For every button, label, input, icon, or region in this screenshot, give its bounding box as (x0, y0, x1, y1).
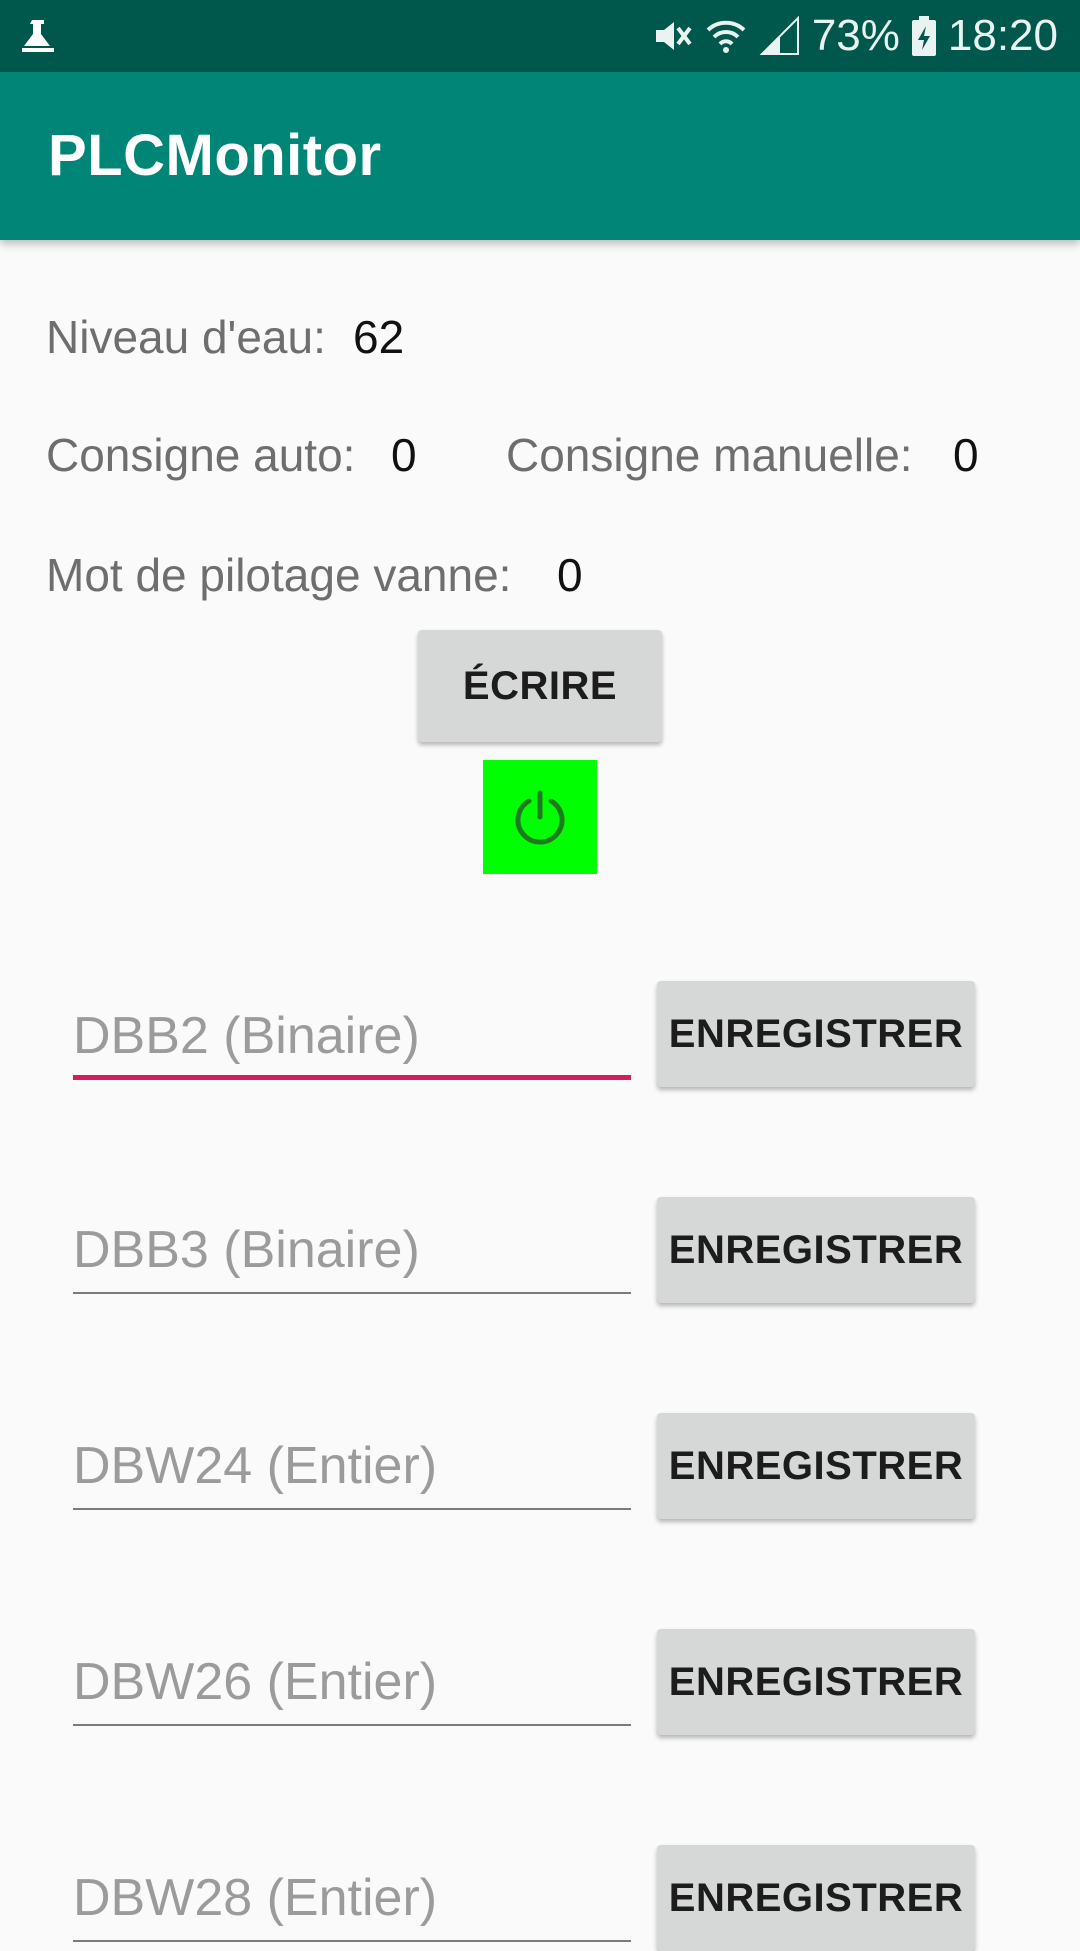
valve-control-word-value: 0 (557, 549, 583, 601)
save-dbb2-button[interactable]: ENREGISTRER (657, 981, 975, 1087)
manual-setpoint-label: Consigne manuelle: (506, 429, 913, 481)
app-title: PLCMonitor (48, 123, 382, 188)
signal-icon (759, 15, 799, 55)
valve-control-word-label: Mot de pilotage vanne: (46, 549, 512, 601)
wifi-icon (706, 20, 746, 53)
input-underline (73, 1940, 631, 1942)
dbw24-input[interactable]: DBW24 (Entier) (73, 1430, 631, 1510)
dbb2-input-placeholder: DBB2 (Binaire) (73, 1007, 420, 1065)
write-button[interactable]: ÉCRIRE (418, 630, 662, 742)
input-underline (73, 1292, 631, 1294)
battery-charging-icon (911, 16, 936, 56)
dbw28-input-placeholder: DBW28 (Entier) (73, 1869, 438, 1927)
input-underline (73, 1075, 631, 1080)
save-dbw26-button[interactable]: ENREGISTRER (657, 1629, 975, 1735)
app-notification-icon (22, 20, 54, 52)
dbb3-input-placeholder: DBB3 (Binaire) (73, 1221, 420, 1279)
auto-setpoint-value: 0 (391, 429, 417, 481)
battery-percent: 73% (811, 11, 900, 60)
power-toggle-button[interactable] (483, 760, 597, 874)
power-icon (515, 790, 565, 845)
water-level-label: Niveau d'eau: (46, 311, 326, 363)
save-dbw24-button[interactable]: ENREGISTRER (657, 1413, 975, 1519)
dbb2-input[interactable]: DBB2 (Binaire) (73, 1000, 631, 1080)
auto-setpoint-label: Consigne auto: (46, 429, 356, 481)
dbb3-input[interactable]: DBB3 (Binaire) (73, 1214, 631, 1294)
manual-setpoint-value: 0 (953, 429, 979, 481)
dbw26-input-placeholder: DBW26 (Entier) (73, 1653, 438, 1711)
mute-icon (655, 22, 692, 50)
water-level-value: 62 (353, 311, 405, 363)
app-bar: PLCMonitor (0, 72, 1080, 240)
dbw26-input[interactable]: DBW26 (Entier) (73, 1646, 631, 1726)
dbw24-input-placeholder: DBW24 (Entier) (73, 1437, 438, 1495)
save-dbw28-button[interactable]: ENREGISTRER (657, 1845, 975, 1951)
status-bar: 73% 18:20 (0, 0, 1080, 72)
dbw28-input[interactable]: DBW28 (Entier) (73, 1862, 631, 1942)
clock: 18:20 (947, 11, 1058, 60)
save-dbb3-button[interactable]: ENREGISTRER (657, 1197, 975, 1303)
input-underline (73, 1724, 631, 1726)
input-underline (73, 1508, 631, 1510)
